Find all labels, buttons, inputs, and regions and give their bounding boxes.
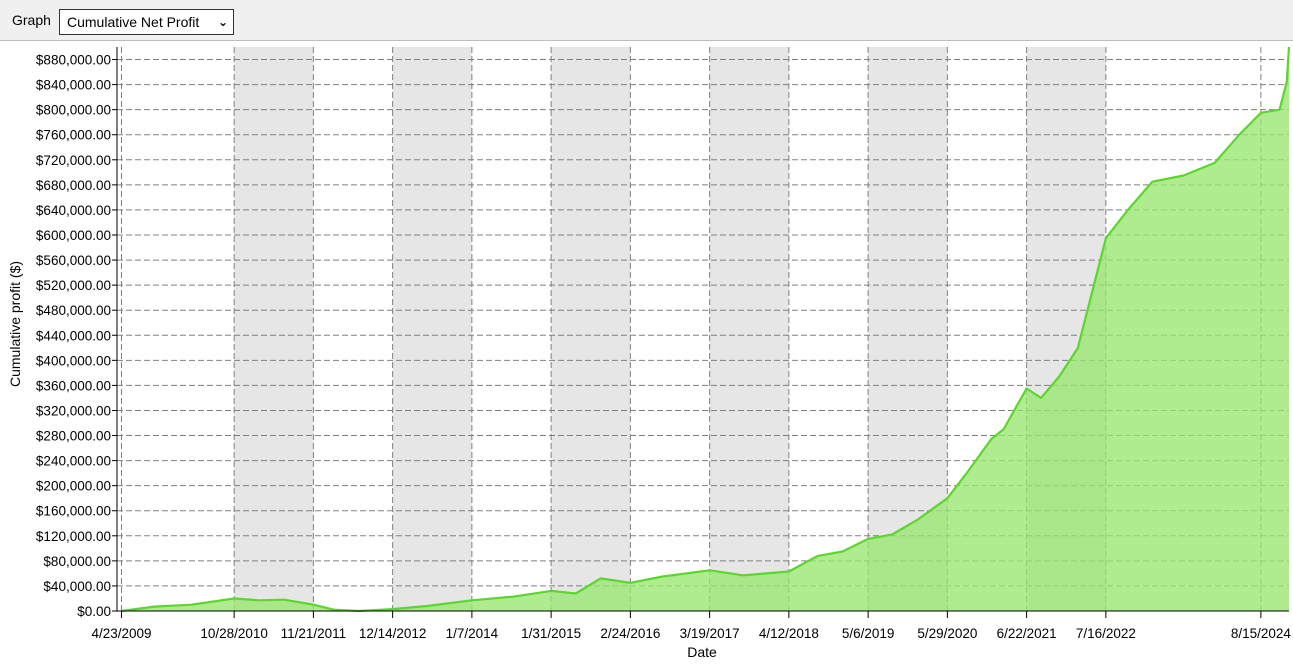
graph-label: Graph xyxy=(12,12,51,28)
x-tick-label: 3/19/2017 xyxy=(680,626,740,641)
shaded-band-3 xyxy=(709,47,789,611)
y-tick-label: $520,000.00 xyxy=(36,278,111,293)
x-tick-label: 1/7/2014 xyxy=(446,626,499,641)
x-tick-label: 11/21/2011 xyxy=(281,626,347,641)
x-tick-label: 6/22/2021 xyxy=(997,626,1057,641)
cumulative-profit-chart: $0.00 $40,000.00 $80,000.00 $120,000.00 $160… xyxy=(7,46,1292,660)
x-tick-label: 7/16/2022 xyxy=(1076,626,1136,641)
shaded-band-1 xyxy=(392,47,472,611)
y-tick-label: $280,000.00 xyxy=(36,429,111,444)
x-tick-label: 8/15/2024 xyxy=(1231,626,1292,641)
y-tick-label: $360,000.00 xyxy=(36,378,111,393)
y-tick-label: $80,000.00 xyxy=(43,554,111,569)
y-tick-label: $320,000.00 xyxy=(36,403,111,418)
y-tick-label: $880,000.00 xyxy=(36,53,111,68)
x-tick-label: 2/24/2016 xyxy=(600,626,660,641)
y-tick-label: $480,000.00 xyxy=(36,303,111,318)
y-tick-label: $680,000.00 xyxy=(36,178,111,193)
x-tick-label: 5/29/2020 xyxy=(917,626,977,641)
x-tick-label: 1/31/2015 xyxy=(521,626,581,641)
x-tick-label: 4/23/2009 xyxy=(91,626,151,641)
chart-area: $0.00 $40,000.00 $80,000.00 $120,000.00 $160… xyxy=(0,41,1293,662)
y-tick-label: $400,000.00 xyxy=(36,353,111,368)
x-tick-label: 12/14/2012 xyxy=(359,626,427,641)
chevron-down-icon: ⌄ xyxy=(217,15,228,29)
graph-type-select[interactable]: Cumulative Net Profit ⌄ xyxy=(59,9,234,35)
y-tick-label: $720,000.00 xyxy=(36,153,111,168)
y-tick-label: $640,000.00 xyxy=(36,203,111,218)
y-tick-label: $120,000.00 xyxy=(36,529,111,544)
y-tick-label: $800,000.00 xyxy=(36,103,111,118)
y-tick-label: $240,000.00 xyxy=(36,454,111,469)
y-tick-label: $440,000.00 xyxy=(36,328,111,343)
y-tick-label: $840,000.00 xyxy=(36,78,111,93)
x-tick-label: 10/28/2010 xyxy=(200,626,268,641)
x-tick-label: 5/6/2019 xyxy=(842,626,895,641)
toolbar: Graph Cumulative Net Profit ⌄ xyxy=(0,0,1293,41)
y-tick-label: $160,000.00 xyxy=(36,504,111,519)
x-tick-label: 4/12/2018 xyxy=(759,626,819,641)
shaded-band-2 xyxy=(551,47,631,611)
y-tick-label: $760,000.00 xyxy=(36,128,111,143)
y-tick-label: $200,000.00 xyxy=(36,479,111,494)
y-tick-label: $40,000.00 xyxy=(43,579,111,594)
graph-type-select-value: Cumulative Net Profit xyxy=(67,14,200,30)
y-tick-label: $600,000.00 xyxy=(36,228,111,243)
y-tick-label: $0.00 xyxy=(77,604,111,619)
y-tick-label: $560,000.00 xyxy=(36,253,111,268)
shaded-band-0 xyxy=(234,47,314,611)
y-axis-title: Cumulative profit ($) xyxy=(7,261,23,387)
x-axis-title: Date xyxy=(687,644,717,660)
